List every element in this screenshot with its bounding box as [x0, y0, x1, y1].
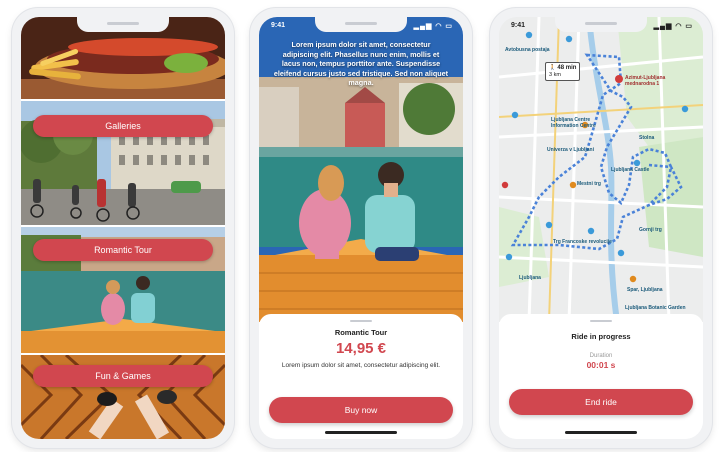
home-indicator	[325, 431, 397, 434]
tour-price: 14,95 €	[335, 340, 387, 357]
ride-duration: 00:01 s	[586, 360, 616, 370]
phone-tour-detail: 9:41 ▂▄▆ ◠ ▭ Lorem ipsum dolor sit amet,…	[250, 8, 472, 448]
map-label: Azimut-Ljubljana mednarodna 1	[625, 75, 666, 87]
map-label: Mestni trg	[577, 181, 601, 187]
status-bar: 9:41 ▂▄▆ ◠ ▭	[499, 20, 703, 34]
home-indicator	[565, 431, 637, 434]
buy-now-button[interactable]: Buy now	[269, 397, 453, 423]
map-label: Ljubljana	[519, 275, 541, 281]
status-bar: 9:41 ▂▄▆ ◠ ▭	[259, 20, 463, 34]
showcase: Galleries Romantic Tour Fun & Games 9:41…	[0, 0, 719, 452]
status-time: 9:41	[511, 22, 526, 29]
map-label: Ljubljana Castle	[611, 167, 650, 173]
ride-screen: 9:41 ▂▄▆ ◠ ▭ Avtobusna postaja Azimut-Lj…	[499, 17, 703, 439]
map-label: Stolna	[639, 135, 655, 141]
map-label: Spar, Ljubljana	[627, 287, 663, 293]
map-label: Avtobusna postaja	[505, 47, 550, 53]
route-badge-time: 48 min	[557, 65, 577, 71]
category-card-fun-games[interactable]: Fun & Games	[21, 355, 225, 439]
map-label: Univerza v Ljubljani	[547, 147, 594, 153]
tour-info-sheet: Romantic Tour 14,95 € Lorem ipsum dolor …	[259, 314, 463, 439]
category-card-galleries[interactable]: Galleries	[21, 101, 225, 225]
walk-icon: 🚶	[549, 65, 556, 71]
map-label: Ljubljana Centre Information Centre	[551, 117, 596, 129]
tour-description: Lorem ipsum dolor sit amet, consectetur …	[281, 362, 441, 369]
sheet-handle[interactable]	[350, 320, 372, 322]
map-label: Ljubljana Botanic Garden	[625, 305, 686, 311]
tour-hero-image: Lorem ipsum dolor sit amet, consectetur …	[259, 17, 463, 322]
route-duration-badge: 🚶 48 min 3 km	[545, 62, 581, 82]
category-card-romantic-tour[interactable]: Romantic Tour	[21, 227, 225, 353]
status-time: 9:41	[271, 22, 286, 29]
tour-title: Romantic Tour	[334, 328, 388, 337]
sheet-handle[interactable]	[590, 320, 612, 322]
ride-status-title: Ride in progress	[571, 332, 631, 341]
phone-notch	[77, 17, 169, 32]
status-icons: ▂▄▆ ◠ ▭	[413, 23, 453, 30]
romantic-tour-button[interactable]: Romantic Tour	[33, 239, 213, 261]
tour-detail-screen: 9:41 ▂▄▆ ◠ ▭ Lorem ipsum dolor sit amet,…	[259, 17, 463, 439]
duration-label: Duration	[589, 353, 613, 359]
end-ride-button[interactable]: End ride	[509, 389, 693, 415]
map-label: Trg Francoske revolucije	[553, 239, 612, 245]
fun-games-button[interactable]: Fun & Games	[33, 365, 213, 387]
route-map[interactable]: Avtobusna postaja Azimut-Ljubljana medna…	[499, 17, 703, 322]
tour-overlay-text: Lorem ipsum dolor sit amet, consectetur …	[273, 40, 449, 88]
phone-categories: Galleries Romantic Tour Fun & Games	[12, 8, 234, 448]
galleries-button[interactable]: Galleries	[33, 115, 213, 137]
phone-ride: 9:41 ▂▄▆ ◠ ▭ Avtobusna postaja Azimut-Lj…	[490, 8, 712, 448]
categories-screen: Galleries Romantic Tour Fun & Games	[21, 17, 225, 439]
map-label: Gornji trg	[639, 227, 662, 233]
status-icons: ▂▄▆ ◠ ▭	[653, 23, 693, 30]
route-badge-distance: 3 km	[549, 71, 561, 78]
ride-info-sheet: Ride in progress Duration 00:01 s End ri…	[499, 314, 703, 439]
